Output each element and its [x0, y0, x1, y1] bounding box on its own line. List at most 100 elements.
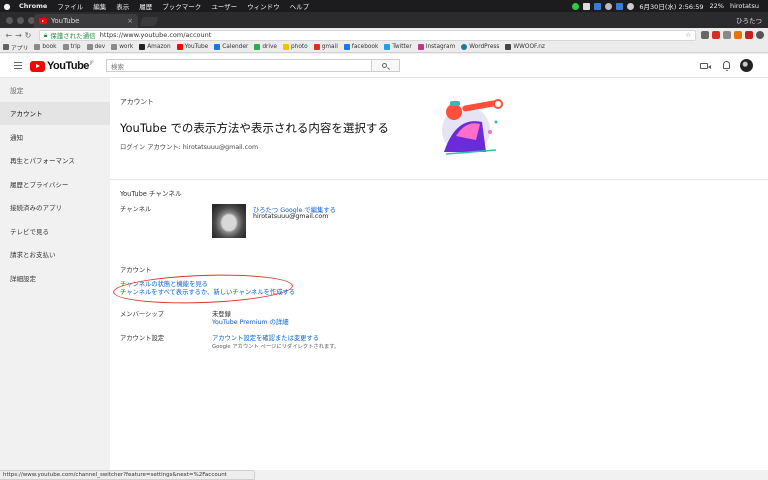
profile-name[interactable]: ひろたつ [736, 15, 762, 25]
menu-bookmarks[interactable]: ブックマーク [157, 1, 206, 11]
menu-edit[interactable]: 編集 [88, 1, 111, 11]
bookmark-folder[interactable]: dev [86, 44, 105, 50]
url-text[interactable]: https://www.youtube.com/account [100, 31, 212, 39]
bookmarks-bar: アプリ book trip dev work Amazon YouTube Ca… [0, 42, 768, 53]
login-account: ログイン アカウント: hirotatsuuu@gmail.com [120, 144, 259, 151]
channel-avatar [212, 204, 246, 238]
menu-help[interactable]: ヘルプ [285, 1, 315, 11]
youtube-play-icon [30, 60, 45, 72]
bookmark-youtube[interactable]: YouTube [176, 44, 209, 50]
search-button[interactable] [372, 59, 400, 72]
new-tab-button[interactable] [139, 17, 159, 26]
account-settings-main: アカウント YouTube での表示方法や表示される内容を選択する ログイン ア… [110, 78, 768, 470]
bookmark-label: アプリ [11, 45, 29, 52]
menu-window[interactable]: ウィンドウ [242, 1, 285, 11]
notifications-bell-icon[interactable] [723, 61, 730, 71]
bookmark-folder[interactable]: work [111, 44, 133, 50]
minimize-window-icon[interactable] [17, 17, 24, 24]
channel-label: チャンネル [120, 206, 152, 213]
bookmark-calendar[interactable]: Calender [214, 44, 248, 50]
facebook-icon [343, 44, 350, 50]
wordpress-icon [461, 44, 468, 50]
instagram-icon [417, 44, 424, 50]
menu-app-chrome[interactable]: Chrome [14, 2, 52, 10]
create-video-icon[interactable] [700, 63, 711, 69]
tab-title: YouTube [51, 17, 80, 25]
folder-icon [62, 44, 69, 50]
input-source-icon[interactable] [616, 2, 624, 10]
menu-file[interactable]: ファイル [52, 1, 88, 11]
settings-sidebar: 設定 アカウント 通知 再生とパフォーマンス 履歴とプライバシー 接続済みのアプ… [0, 78, 110, 470]
extension-icon[interactable] [712, 31, 721, 39]
sidebar-item-privacy[interactable]: 履歴とプライバシー [0, 172, 110, 196]
menu-people[interactable]: ユーザー [206, 1, 242, 11]
tab-close-icon[interactable]: × [127, 17, 133, 25]
account-settings-link[interactable]: アカウント設定を確認または変更する [212, 333, 319, 342]
extension-icon[interactable] [745, 31, 754, 39]
status-dot-icon[interactable] [572, 2, 580, 10]
tab-youtube[interactable]: YouTube × [34, 14, 138, 28]
search-input[interactable]: 検索 [106, 59, 372, 72]
bookmark-photo[interactable]: photo [283, 44, 308, 50]
menu-view[interactable]: 表示 [111, 1, 134, 11]
close-window-icon[interactable] [6, 17, 13, 24]
forward-arrow-icon[interactable]: → [14, 31, 24, 40]
bookmark-wwoof[interactable]: WWOOF.nz [505, 44, 545, 50]
sidebar-item-advanced[interactable]: 詳細設定 [0, 266, 110, 290]
extension-icon[interactable] [723, 31, 732, 39]
app-icon[interactable] [594, 2, 602, 10]
bookmark-label: facebook [351, 44, 379, 50]
menu-history[interactable]: 履歴 [134, 1, 157, 11]
battery-percent[interactable]: 22% [707, 2, 727, 10]
bookmark-twitter[interactable]: Twitter [384, 44, 412, 50]
gmail-icon [313, 44, 320, 50]
wifi-icon[interactable] [627, 2, 635, 10]
sidebar-item-account[interactable]: アカウント [0, 101, 110, 125]
bookmark-gmail[interactable]: gmail [313, 44, 338, 50]
macos-menu-bar: ● Chrome ファイル 編集 表示 履歴 ブックマーク ユーザー ウィンドウ… [0, 0, 768, 12]
bookmark-star-icon[interactable]: ☆ [685, 31, 691, 39]
sidebar-item-billing[interactable]: 請求とお支払い [0, 243, 110, 267]
channel-section-heading: YouTube チャンネル [120, 190, 182, 198]
section-divider [110, 179, 768, 180]
back-arrow-icon[interactable]: ← [4, 31, 14, 40]
menu-icon[interactable] [14, 62, 22, 69]
sidebar-item-notifications[interactable]: 通知 [0, 125, 110, 149]
calendar-icon [214, 44, 221, 50]
dropbox-icon[interactable] [583, 2, 591, 10]
chrome-menu-icon[interactable] [756, 31, 765, 39]
secure-label[interactable]: 保護された通信 [50, 30, 96, 40]
cloud-icon[interactable] [605, 2, 613, 10]
bookmark-facebook[interactable]: facebook [343, 44, 379, 50]
sidebar-item-playback[interactable]: 再生とパフォーマンス [0, 149, 110, 173]
bookmark-apps[interactable]: アプリ [3, 43, 28, 52]
bookmark-label: YouTube [184, 44, 209, 50]
lock-icon[interactable]: 🔒︎ [44, 31, 47, 40]
extension-icon[interactable] [701, 31, 710, 39]
sidebar-item-connected-apps[interactable]: 接続済みのアプリ [0, 196, 110, 220]
bookmark-label: gmail [321, 44, 338, 50]
membership-label: メンバーシップ [120, 311, 164, 318]
link-status-bubble: https://www.youtube.com/channel_switcher… [0, 470, 255, 480]
bookmark-drive[interactable]: drive [254, 44, 277, 50]
youtube-logo[interactable]: YouTube JP [30, 60, 94, 72]
bookmark-amazon[interactable]: Amazon [139, 44, 171, 50]
bookmark-wordpress[interactable]: WordPress [461, 44, 499, 50]
account-avatar[interactable] [740, 59, 753, 72]
bookmark-instagram[interactable]: Instagram [417, 44, 455, 50]
extension-icon[interactable] [734, 31, 743, 39]
menu-user[interactable]: hirotatsu [727, 2, 762, 10]
premium-link[interactable]: YouTube Premium の詳細 [212, 317, 289, 326]
apple-icon[interactable]: ● [0, 2, 14, 11]
section-label: アカウント [120, 98, 154, 106]
bookmark-label: Twitter [392, 44, 412, 50]
sidebar-item-tv[interactable]: テレビで見る [0, 219, 110, 243]
bookmark-folder[interactable]: trip [62, 44, 81, 50]
clock[interactable]: 6月30日(水) 2:56:59 [636, 1, 706, 11]
folder-icon [111, 44, 118, 50]
address-bar[interactable]: 🔒︎ 保護された通信 https://www.youtube.com/accou… [38, 29, 697, 41]
account-section-heading: アカウント [120, 267, 152, 274]
reload-icon[interactable]: ↻ [23, 31, 33, 40]
bookmark-folder[interactable]: book [34, 44, 57, 50]
browser-toolbar: ← → ↻ 🔒︎ 保護された通信 https://www.youtube.com… [0, 28, 768, 42]
